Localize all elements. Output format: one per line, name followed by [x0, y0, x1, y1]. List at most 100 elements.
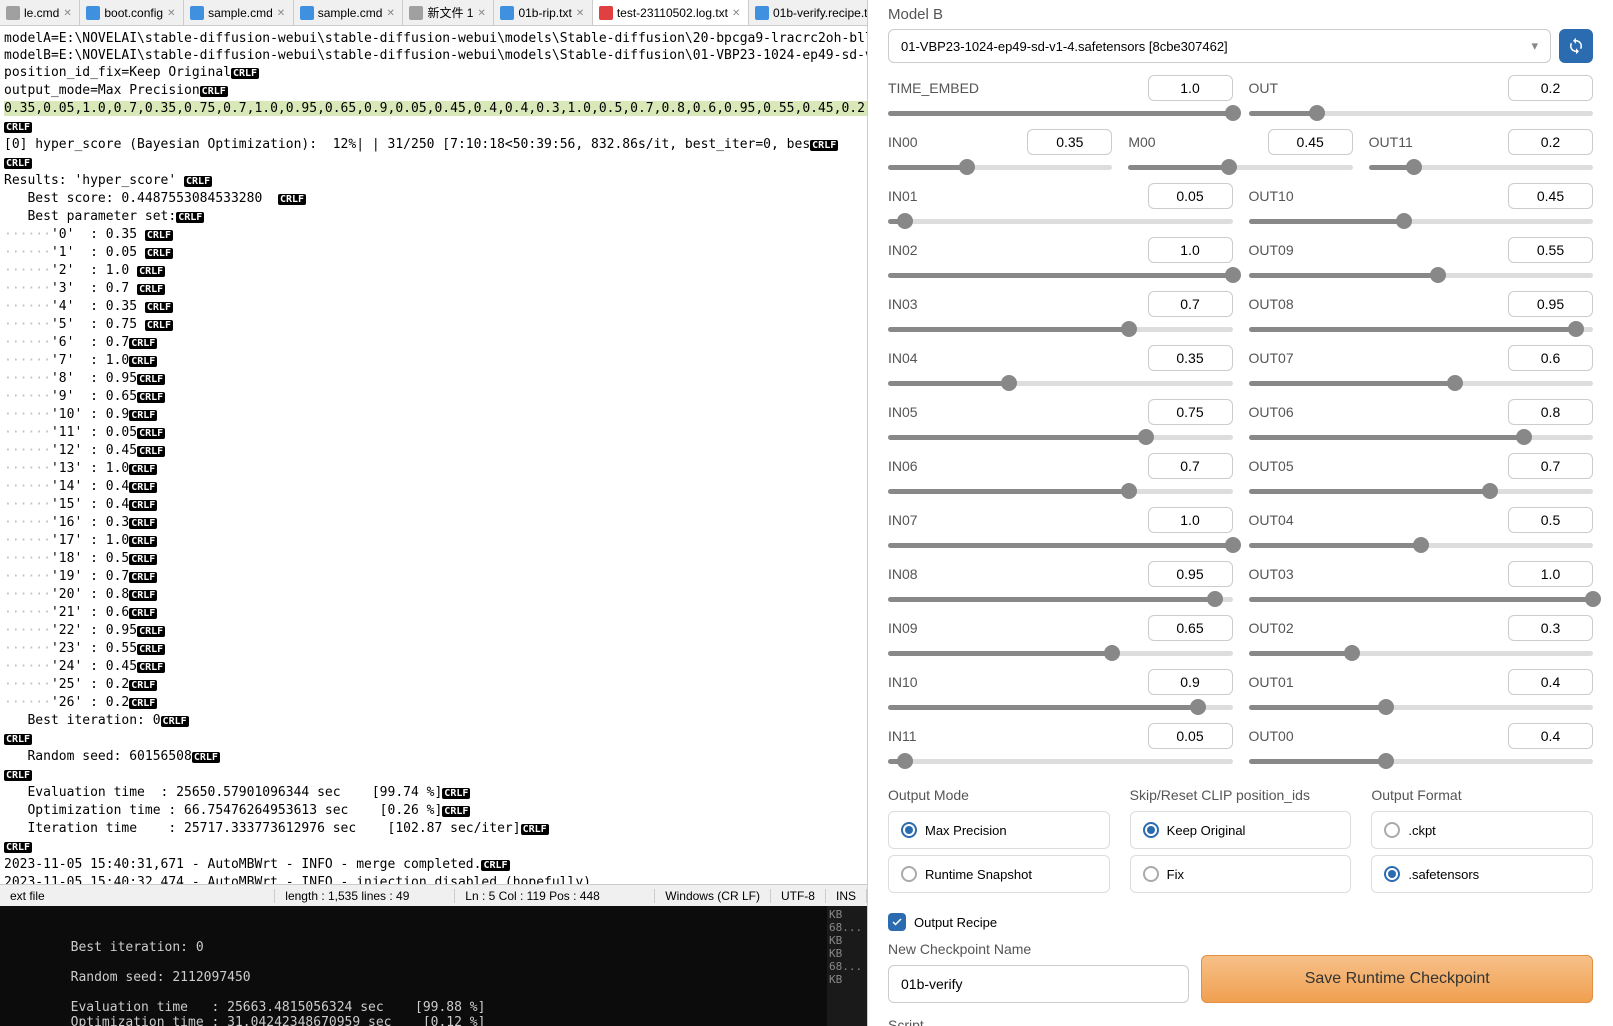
slider-thumb[interactable] — [1190, 699, 1206, 715]
close-icon[interactable]: ✕ — [167, 8, 177, 18]
close-icon[interactable]: ✕ — [732, 8, 742, 18]
slider-thumb[interactable] — [1430, 267, 1446, 283]
slider-value-input[interactable]: 0.75 — [1148, 399, 1233, 425]
refresh-button[interactable] — [1559, 29, 1593, 63]
slider-thumb[interactable] — [959, 159, 975, 175]
slider-track[interactable] — [888, 267, 1233, 283]
close-icon[interactable]: ✕ — [277, 8, 287, 18]
slider-thumb[interactable] — [897, 753, 913, 769]
slider-value-input[interactable]: 0.7 — [1148, 291, 1233, 317]
file-tab[interactable]: 01b-verify.recipe.txt✕ — [749, 0, 867, 25]
close-icon[interactable]: ✕ — [63, 8, 73, 18]
slider-track[interactable] — [888, 429, 1233, 445]
slider-thumb[interactable] — [1413, 537, 1429, 553]
radio-max-precision[interactable]: Max Precision — [888, 811, 1110, 849]
slider-value-input[interactable]: 0.4 — [1508, 723, 1593, 749]
slider-thumb[interactable] — [1221, 159, 1237, 175]
file-tab[interactable]: sample.cmd✕ — [294, 0, 404, 25]
radio-fix[interactable]: Fix — [1130, 855, 1352, 893]
slider-value-input[interactable]: 0.55 — [1508, 237, 1593, 263]
radio-safetensors[interactable]: .safetensors — [1371, 855, 1593, 893]
slider-value-input[interactable]: 0.45 — [1268, 129, 1353, 155]
slider-value-input[interactable]: 0.7 — [1508, 453, 1593, 479]
slider-thumb[interactable] — [1516, 429, 1532, 445]
slider-thumb[interactable] — [1378, 753, 1394, 769]
slider-value-input[interactable]: 0.8 — [1508, 399, 1593, 425]
slider-value-input[interactable]: 1.0 — [1148, 507, 1233, 533]
slider-track[interactable] — [1249, 375, 1594, 391]
slider-track[interactable] — [888, 591, 1233, 607]
slider-thumb[interactable] — [1344, 645, 1360, 661]
slider-thumb[interactable] — [1378, 699, 1394, 715]
slider-value-input[interactable]: 0.2 — [1508, 75, 1593, 101]
slider-thumb[interactable] — [1001, 375, 1017, 391]
slider-value-input[interactable]: 0.95 — [1148, 561, 1233, 587]
slider-value-input[interactable]: 0.05 — [1148, 723, 1233, 749]
slider-track[interactable] — [1249, 267, 1594, 283]
file-tab[interactable]: le.cmd✕ — [0, 0, 80, 25]
slider-thumb[interactable] — [1309, 105, 1325, 121]
file-tab[interactable]: test-23110502.log.txt✕ — [593, 0, 749, 25]
slider-thumb[interactable] — [1406, 159, 1422, 175]
slider-value-input[interactable]: 0.5 — [1508, 507, 1593, 533]
slider-thumb[interactable] — [1138, 429, 1154, 445]
file-tab[interactable]: 01b-rip.txt✕ — [494, 0, 592, 25]
slider-track[interactable] — [1369, 159, 1593, 175]
slider-track[interactable] — [888, 645, 1233, 661]
slider-thumb[interactable] — [1207, 591, 1223, 607]
slider-track[interactable] — [888, 321, 1233, 337]
slider-thumb[interactable] — [1104, 645, 1120, 661]
output-recipe-checkbox[interactable] — [888, 913, 906, 931]
slider-value-input[interactable]: 0.05 — [1148, 183, 1233, 209]
slider-track[interactable] — [1249, 483, 1594, 499]
slider-value-input[interactable]: 0.3 — [1508, 615, 1593, 641]
save-runtime-checkpoint-button[interactable]: Save Runtime Checkpoint — [1201, 955, 1593, 1003]
close-icon[interactable]: ✕ — [576, 8, 586, 18]
file-tab[interactable]: 新文件 1✕ — [403, 0, 494, 25]
file-tab[interactable]: boot.config✕ — [80, 0, 184, 25]
slider-thumb[interactable] — [1225, 537, 1241, 553]
slider-thumb[interactable] — [1121, 321, 1137, 337]
slider-value-input[interactable]: 0.35 — [1148, 345, 1233, 371]
slider-track[interactable] — [1128, 159, 1352, 175]
slider-value-input[interactable]: 0.2 — [1508, 129, 1593, 155]
slider-track[interactable] — [888, 213, 1233, 229]
text-editor[interactable]: modelA=E:\NOVELAI\stable-diffusion-webui… — [0, 26, 867, 884]
slider-track[interactable] — [888, 375, 1233, 391]
radio-keep-original[interactable]: Keep Original — [1130, 811, 1352, 849]
slider-value-input[interactable]: 1.0 — [1508, 561, 1593, 587]
slider-value-input[interactable]: 0.9 — [1148, 669, 1233, 695]
slider-value-input[interactable]: 0.35 — [1027, 129, 1112, 155]
slider-thumb[interactable] — [1482, 483, 1498, 499]
slider-value-input[interactable]: 0.65 — [1148, 615, 1233, 641]
new-ckpt-input[interactable] — [888, 965, 1189, 1003]
slider-track[interactable] — [888, 105, 1233, 121]
slider-value-input[interactable]: 0.4 — [1508, 669, 1593, 695]
close-icon[interactable]: ✕ — [386, 8, 396, 18]
slider-thumb[interactable] — [1225, 267, 1241, 283]
radio-ckpt[interactable]: .ckpt — [1371, 811, 1593, 849]
file-tab[interactable]: sample.cmd✕ — [184, 0, 294, 25]
slider-track[interactable] — [1249, 321, 1594, 337]
slider-value-input[interactable]: 0.95 — [1508, 291, 1593, 317]
slider-thumb[interactable] — [1121, 483, 1137, 499]
slider-track[interactable] — [1249, 591, 1594, 607]
slider-thumb[interactable] — [1447, 375, 1463, 391]
slider-thumb[interactable] — [1585, 591, 1601, 607]
slider-thumb[interactable] — [1396, 213, 1412, 229]
slider-track[interactable] — [1249, 645, 1594, 661]
slider-thumb[interactable] — [1225, 105, 1241, 121]
terminal[interactable]: Best iteration: 0 Random seed: 211209745… — [0, 906, 867, 1026]
slider-track[interactable] — [888, 159, 1112, 175]
slider-value-input[interactable]: 0.6 — [1508, 345, 1593, 371]
slider-thumb[interactable] — [897, 213, 913, 229]
slider-track[interactable] — [1249, 213, 1594, 229]
slider-track[interactable] — [1249, 753, 1594, 769]
slider-track[interactable] — [1249, 537, 1594, 553]
slider-track[interactable] — [888, 699, 1233, 715]
slider-track[interactable] — [1249, 105, 1594, 121]
slider-track[interactable] — [888, 753, 1233, 769]
radio-runtime-snapshot[interactable]: Runtime Snapshot — [888, 855, 1110, 893]
slider-value-input[interactable]: 0.45 — [1508, 183, 1593, 209]
slider-track[interactable] — [1249, 429, 1594, 445]
